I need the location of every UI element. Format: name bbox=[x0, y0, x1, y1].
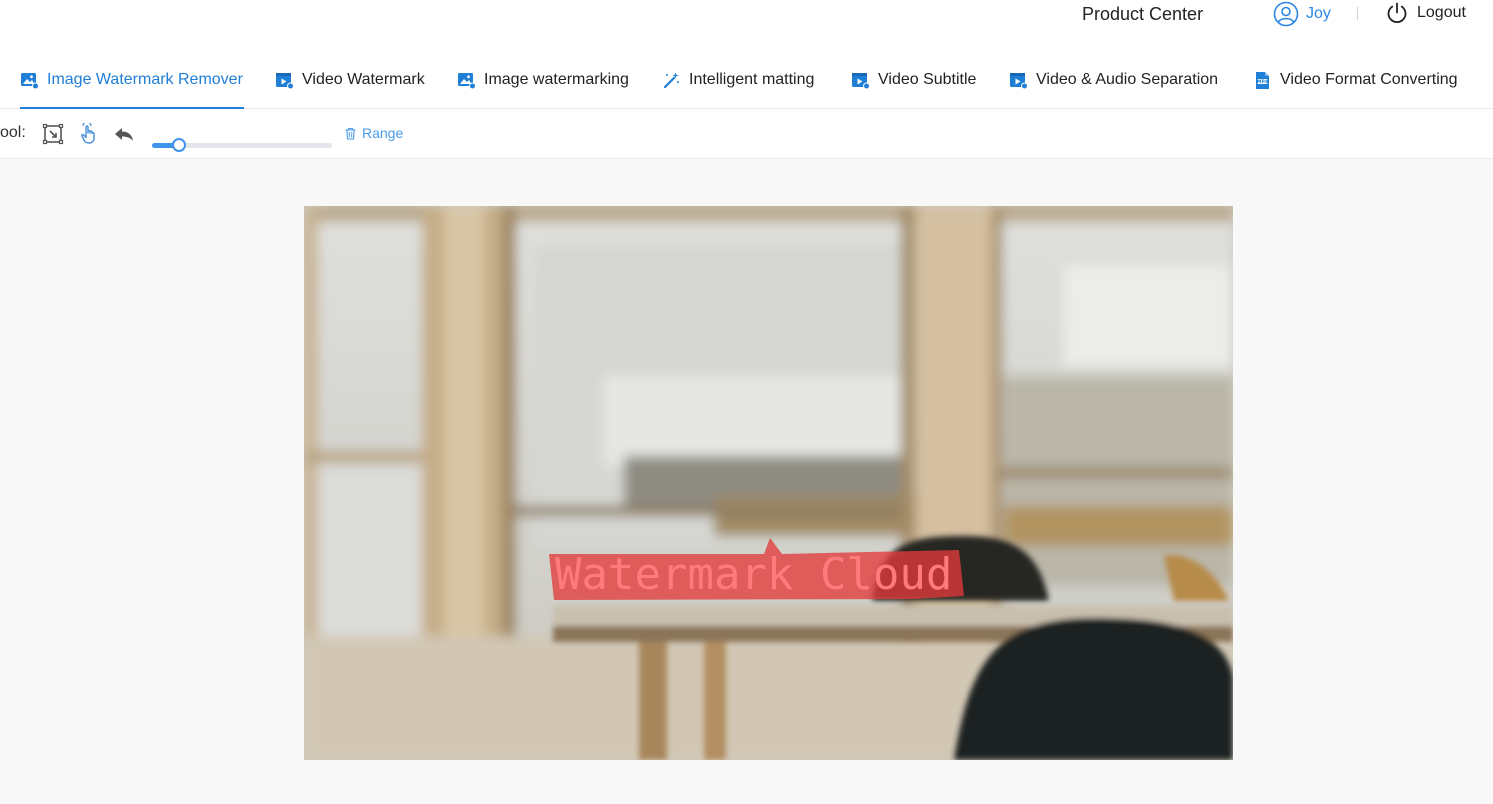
top-bar: Product Center Joy Logout bbox=[0, 0, 1493, 52]
tab-label: Image watermarking bbox=[484, 71, 629, 88]
logout-label: Logout bbox=[1417, 4, 1466, 21]
trash-icon bbox=[345, 127, 356, 140]
tab-label: Intelligent matting bbox=[689, 71, 815, 88]
user-menu[interactable]: Joy bbox=[1273, 1, 1331, 27]
tab-image-watermarking[interactable]: Image watermarking bbox=[457, 52, 629, 108]
hand-pointer-icon bbox=[81, 123, 95, 144]
tab-label: Video & Audio Separation bbox=[1036, 71, 1219, 88]
product-center-link[interactable]: Product Center bbox=[1082, 3, 1203, 25]
undo-button[interactable] bbox=[111, 121, 137, 147]
user-icon bbox=[1273, 1, 1299, 27]
video-icon bbox=[1010, 72, 1028, 89]
tab-label: Video Subtitle bbox=[878, 71, 977, 88]
logout-button[interactable]: Logout bbox=[1385, 1, 1466, 25]
power-icon bbox=[1387, 2, 1407, 24]
video-icon bbox=[852, 72, 870, 89]
svg-text:MP4: MP4 bbox=[1257, 79, 1268, 85]
tab-video-subtitle[interactable]: Video Subtitle bbox=[851, 52, 976, 108]
brush-size-slider[interactable] bbox=[152, 122, 332, 152]
editing-canvas: Watermark Cloud bbox=[0, 159, 1493, 804]
magic-wand-icon bbox=[663, 72, 679, 88]
tab-image-watermark-remover[interactable]: Image Watermark Remover bbox=[20, 52, 244, 109]
tab-video-format-converting[interactable]: MP4 Video Format Converting bbox=[1253, 52, 1458, 108]
hand-pan-button[interactable] bbox=[76, 121, 102, 147]
user-name: Joy bbox=[1306, 5, 1331, 22]
video-icon bbox=[276, 72, 294, 89]
feature-tabs: Image Watermark Remover Video Watermark … bbox=[0, 52, 1493, 109]
tab-label: Image Watermark Remover bbox=[47, 71, 243, 88]
select-area-button[interactable] bbox=[40, 121, 66, 147]
range-label: Range bbox=[362, 125, 404, 141]
tab-video-watermark[interactable]: Video Watermark bbox=[275, 52, 425, 108]
select-area-icon bbox=[42, 123, 64, 145]
undo-arrow-icon bbox=[115, 128, 133, 141]
image-icon bbox=[458, 72, 476, 89]
tool-label: ool: bbox=[0, 124, 26, 141]
tab-intelligent-matting[interactable]: Intelligent matting bbox=[662, 52, 814, 108]
tab-label: Video Format Converting bbox=[1280, 71, 1458, 88]
tab-video-audio-separation[interactable]: Video & Audio Separation bbox=[1009, 52, 1218, 108]
image-preview[interactable]: Watermark Cloud bbox=[304, 206, 1233, 760]
tab-label: Video Watermark bbox=[302, 71, 425, 88]
mp4-file-icon: MP4 bbox=[1256, 71, 1269, 89]
image-icon bbox=[21, 72, 39, 89]
slider-thumb[interactable] bbox=[172, 138, 186, 152]
header-divider bbox=[1357, 7, 1358, 20]
office-photo bbox=[304, 206, 1233, 760]
range-button[interactable]: Range bbox=[344, 125, 403, 141]
